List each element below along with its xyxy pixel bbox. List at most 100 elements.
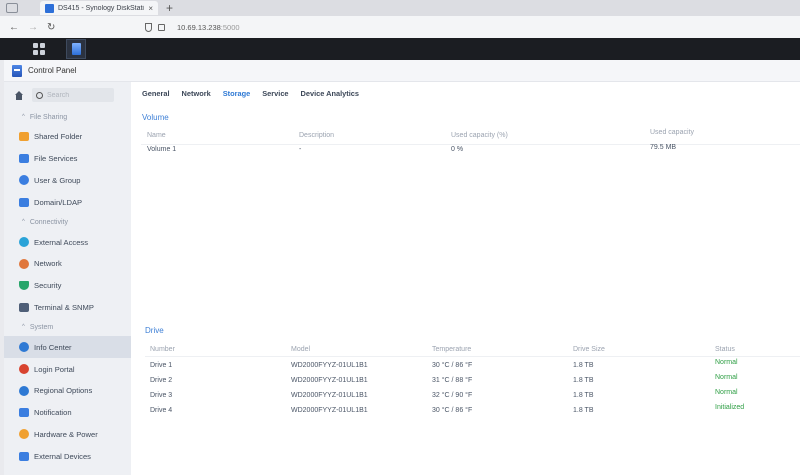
table-cell: 30 °C / 86 °F: [432, 407, 473, 414]
sidebar-group-header[interactable]: ^ System: [4, 318, 131, 336]
sidebar-item-external-devices[interactable]: External Devices: [4, 445, 131, 467]
sidebar-item-label: Login Portal: [34, 364, 75, 374]
tab-network[interactable]: Network: [182, 89, 211, 98]
sidebar-item-label: Terminal & SNMP: [34, 302, 94, 312]
sidebar-item-notification[interactable]: Notification: [4, 402, 131, 424]
home-icon[interactable]: [14, 90, 24, 100]
sidebar: ^ File Sharing Shared Folder File Services U…: [4, 82, 131, 475]
sidebar-group-label: File Sharing: [29, 113, 68, 121]
column-header[interactable]: Status: [715, 346, 735, 353]
sidebar-item-domain-ldap[interactable]: Domain/LDAP: [4, 191, 131, 213]
divider: [145, 356, 800, 357]
column-header[interactable]: Model: [291, 346, 310, 353]
sidebar-item-login-portal[interactable]: Login Portal: [4, 358, 131, 380]
close-tab-icon[interactable]: ×: [148, 4, 153, 13]
table-cell: 1.8 TB: [573, 362, 594, 369]
tab-device-analytics[interactable]: Device Analytics: [301, 89, 359, 98]
table-cell: WD2000FYYZ-01UL1B1: [291, 392, 368, 399]
lock-icon[interactable]: [158, 23, 165, 31]
table-row[interactable]: Drive 3 WD2000FYYZ-01UL1B1 32 °C / 90 °F 1.…: [131, 389, 800, 404]
tab-storage[interactable]: Storage: [223, 89, 251, 98]
sidebar-item-regional-options[interactable]: Regional Options: [4, 380, 131, 402]
external-access-icon: [19, 237, 29, 248]
sidebar-item-file-services[interactable]: File Services: [4, 148, 131, 170]
domain-icon: [19, 197, 29, 207]
sidebar-item-label: Shared Folder: [34, 132, 83, 142]
tab-title: DS415 - Synology DiskStation: [58, 4, 145, 12]
volume-table-header: Name Description Used capacity (%) Used cap…: [131, 129, 800, 144]
sidebar-item-info-center[interactable]: Info Center: [4, 336, 131, 359]
control-panel-taskbar-button[interactable]: [66, 39, 86, 59]
table-row[interactable]: Drive 4 WD2000FYYZ-01UL1B1 30 °C / 86 °F 1.…: [131, 404, 800, 419]
status-text: Normal: [715, 389, 738, 396]
sidebar-item-label: User & Group: [34, 175, 81, 185]
url-text[interactable]: 10.69.13.238:5000: [177, 23, 240, 32]
globe-icon: [19, 385, 29, 396]
table-cell: 32 °C / 90 °F: [432, 392, 473, 399]
status-text: Normal: [715, 374, 738, 381]
column-header[interactable]: Name: [147, 132, 166, 139]
status-text: Initialized: [715, 404, 745, 411]
table-row[interactable]: Volume 1 - 0 % 79.5 MB: [131, 144, 800, 158]
column-header[interactable]: Number: [150, 346, 175, 353]
tab-service[interactable]: Service: [262, 89, 288, 98]
tab-general[interactable]: General: [142, 89, 170, 98]
sidebar-item-label: External Access: [34, 237, 89, 247]
status-text: Normal: [715, 359, 738, 366]
tracking-shield-icon[interactable]: [145, 22, 152, 32]
table-cell: 1.8 TB: [573, 392, 594, 399]
search-input[interactable]: [47, 91, 107, 99]
drive-section-title: Drive: [145, 326, 164, 335]
search-box[interactable]: [32, 88, 114, 102]
new-tab-button[interactable]: +: [166, 1, 173, 15]
sidebar-item-label: Hardware & Power: [34, 429, 98, 439]
sidebar-toggle-icon[interactable]: [6, 3, 18, 13]
control-panel-icon: [12, 64, 22, 77]
column-header[interactable]: Drive Size: [573, 346, 605, 353]
column-header[interactable]: Used capacity: [650, 129, 694, 136]
window-title-bar[interactable]: Control Panel: [4, 60, 800, 82]
sidebar-item-terminal-snmp[interactable]: Terminal & SNMP: [4, 297, 131, 319]
sidebar-group-header[interactable]: ^ Connectivity: [4, 213, 131, 231]
sidebar-item-label: Regional Options: [34, 386, 93, 396]
forward-arrow-icon[interactable]: →: [28, 22, 38, 33]
dsm-taskbar: [0, 38, 800, 60]
sidebar-item-label: Network: [34, 259, 62, 269]
file-services-icon: [19, 154, 29, 164]
column-header[interactable]: Temperature: [432, 346, 471, 353]
table-cell: Drive 4: [150, 407, 173, 414]
column-header[interactable]: Description: [299, 132, 334, 139]
info-icon: [19, 342, 29, 353]
tab-strip: General Network Storage Service Device Analy…: [131, 82, 800, 104]
address-bar[interactable]: 10.69.13.238:5000: [145, 22, 240, 32]
sidebar-item-external-access[interactable]: External Access: [4, 231, 131, 253]
url-host: 10.69.13.238: [177, 22, 221, 32]
sidebar-item-label: Notification: [34, 408, 72, 418]
table-row[interactable]: Drive 1 WD2000FYYZ-01UL1B1 30 °C / 86 °F 1.…: [131, 359, 800, 374]
sidebar-item-label: Security: [34, 281, 62, 291]
volume-section-title: Volume: [142, 113, 169, 122]
sidebar-item-security[interactable]: Security: [4, 275, 131, 297]
sidebar-item-user-group[interactable]: User & Group: [4, 170, 131, 192]
browser-navigation-bar: ← → ↻ 10.69.13.238:5000: [0, 16, 800, 38]
browser-tab[interactable]: DS415 - Synology DiskStation ×: [40, 1, 158, 15]
sidebar-item-hardware-power[interactable]: Hardware & Power: [4, 424, 131, 446]
table-cell: 0 %: [451, 146, 464, 153]
search-icon: [36, 91, 43, 99]
table-cell: 1.8 TB: [573, 377, 594, 384]
bulb-icon: [19, 429, 29, 440]
sidebar-item-shared-folder[interactable]: Shared Folder: [4, 126, 131, 148]
sidebar-group-label: System: [29, 323, 54, 331]
main-menu-grid-icon[interactable]: [33, 43, 45, 55]
column-header[interactable]: Used capacity (%): [451, 132, 508, 139]
back-arrow-icon[interactable]: ←: [9, 22, 19, 33]
table-cell: Volume 1: [147, 146, 177, 153]
users-icon: [19, 175, 29, 186]
sidebar-group-label: Connectivity: [29, 218, 68, 226]
sidebar-item-network[interactable]: Network: [4, 253, 131, 275]
table-cell: -: [299, 146, 302, 153]
reload-icon[interactable]: ↻: [47, 22, 57, 33]
chevron-up-icon: ^: [22, 324, 25, 331]
table-row[interactable]: Drive 2 WD2000FYYZ-01UL1B1 31 °C / 88 °F 1.…: [131, 374, 800, 389]
sidebar-group-header[interactable]: ^ File Sharing: [4, 108, 131, 126]
